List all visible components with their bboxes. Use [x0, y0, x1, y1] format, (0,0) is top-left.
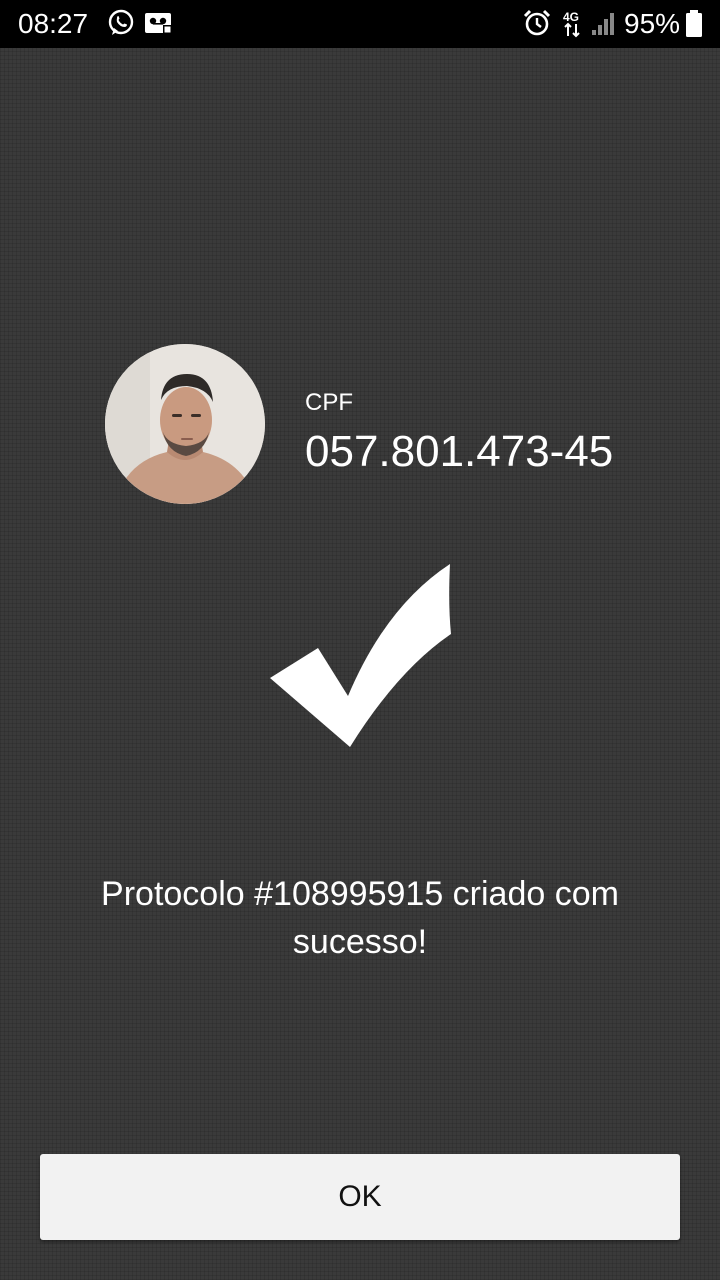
checkmark-icon [270, 564, 451, 747]
cpf-value: 057.801.473-45 [305, 427, 614, 476]
voicemail-icon [145, 13, 172, 34]
avatar-photo [105, 344, 265, 504]
status-bar: 08:27 4G 95% [0, 0, 720, 48]
cpf-label: CPF [305, 389, 353, 416]
avatar [105, 344, 265, 504]
battery-icon [686, 10, 702, 37]
svg-text:4G: 4G [563, 10, 579, 24]
network-4g-icon: 4G [563, 10, 580, 38]
signal-icon [592, 13, 614, 35]
status-time: 08:27 [18, 8, 89, 39]
ok-button-label: OK [338, 1180, 382, 1213]
battery-percentage: 95% [624, 8, 681, 39]
success-message: Protocolo #108995915 criado com sucesso! [101, 875, 619, 961]
whatsapp-icon [108, 9, 134, 35]
alarm-icon [523, 9, 551, 36]
ok-button[interactable]: OK [40, 1154, 680, 1240]
